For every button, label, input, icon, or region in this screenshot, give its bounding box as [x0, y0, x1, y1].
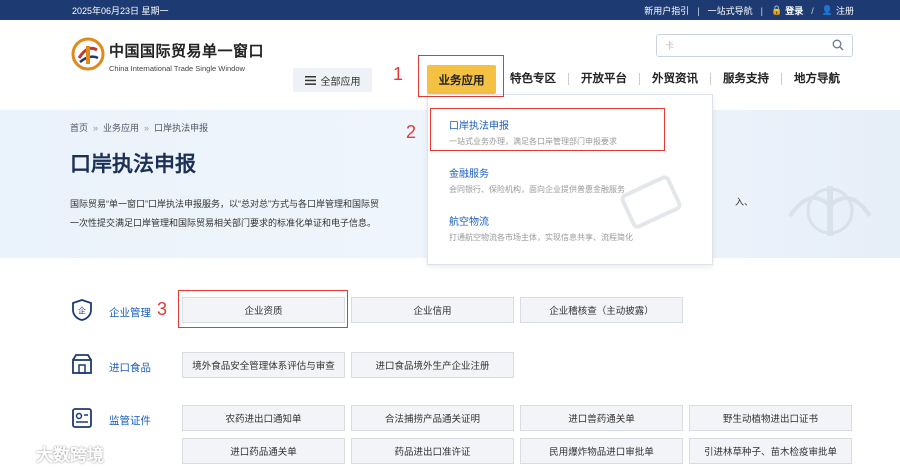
- logo-emblem-icon[interactable]: [70, 36, 106, 72]
- annotation-number: 2: [406, 122, 417, 142]
- all-apps-label: 全部应用: [320, 76, 361, 88]
- search-input[interactable]: 卡: [665, 39, 674, 52]
- breadcrumb-current: 口岸执法申报: [154, 123, 209, 133]
- divider: |: [760, 5, 764, 16]
- section-label-enterprise: 企业管理: [109, 307, 151, 319]
- dropdown-item-air-logistics[interactable]: 航空物流 打通航空物流各市场主体，实现信息共享、流程简化: [449, 213, 633, 243]
- drug-permit-button[interactable]: 药品进出口准许证: [351, 438, 514, 464]
- dropdown-item-desc: 会同银行、保险机构，面向企业提供普惠金融服务: [449, 185, 625, 194]
- drug-clearance-button[interactable]: 进口药品通关单: [182, 438, 345, 464]
- top-links: 新用户指引 | 一站式导航 | 🔒 登录 / 👤 注册: [644, 4, 854, 17]
- svg-text:企: 企: [78, 306, 86, 316]
- top-bar: 2025年06月23日 星期一 新用户指引 | 一站式导航 | 🔒 登录 / 👤…: [0, 0, 900, 20]
- section-label-regulatory: 监管证件: [109, 415, 151, 427]
- nav-open-platform[interactable]: 开放平台: [581, 70, 627, 86]
- imported-food-icon: [72, 354, 92, 374]
- wildlife-cert-button[interactable]: 野生动植物进出口证书: [689, 405, 852, 431]
- login-link[interactable]: 登录: [785, 4, 803, 17]
- page-title: 口岸执法申报: [70, 153, 196, 176]
- date-text: 2025年06月23日 星期一: [72, 6, 169, 16]
- nav-special-zone[interactable]: 特色专区: [510, 70, 556, 86]
- regulatory-certificate-icon: [72, 408, 92, 428]
- search-icon[interactable]: [832, 39, 844, 51]
- logo-cn: 中国国际贸易单一窗口: [109, 43, 265, 60]
- section-label-imported-food: 进口食品: [109, 362, 151, 374]
- logo-en: China International Trade Single Window: [109, 64, 245, 73]
- divider: [639, 73, 640, 85]
- menu-icon: [304, 75, 316, 85]
- new-user-guide-link[interactable]: 新用户指引: [644, 4, 689, 17]
- enterprise-credit-button[interactable]: 企业信用: [351, 297, 514, 323]
- explosives-approval-button[interactable]: 民用爆炸物品进口审批单: [520, 438, 683, 464]
- one-stop-nav-link[interactable]: 一站式导航: [708, 4, 753, 17]
- dropdown-item-title: 金融服务: [449, 169, 489, 180]
- annotation-box: [430, 108, 665, 151]
- enterprise-qualification-button[interactable]: 企业资质: [182, 297, 345, 323]
- search-box[interactable]: 卡: [656, 34, 853, 57]
- nav-trade-news[interactable]: 外贸资讯: [652, 70, 698, 86]
- watermark-text: 大数跨境: [36, 446, 104, 465]
- lock-icon: 🔒: [771, 5, 783, 15]
- divider: |: [697, 5, 700, 16]
- divider: [710, 73, 711, 85]
- seed-quarantine-button[interactable]: 引进林草种子、苗木检疫审批单: [689, 438, 852, 464]
- enterprise-shield-icon: 企: [72, 299, 92, 321]
- pesticide-notice-button[interactable]: 农药进出口通知单: [182, 405, 345, 431]
- vet-drug-clearance-button[interactable]: 进口兽药通关单: [520, 405, 683, 431]
- nav-service-support[interactable]: 服务支持: [723, 70, 769, 86]
- nav-local-navigation[interactable]: 地方导航: [794, 70, 840, 86]
- annotation-number: 1: [393, 64, 404, 84]
- watermark-logo-icon: [7, 446, 31, 461]
- legal-fishing-cert-button[interactable]: 合法捕捞产品通关证明: [351, 405, 514, 431]
- intro-tail: 入、: [735, 197, 754, 207]
- user-icon: 👤: [821, 5, 833, 15]
- breadcrumb-business[interactable]: 业务应用: [103, 123, 139, 133]
- register-link[interactable]: 注册: [836, 4, 854, 17]
- enterprise-audit-button[interactable]: 企业稽核查（主动披露）: [520, 297, 683, 323]
- dropdown-item-desc: 打通航空物流各市场主体，实现信息共享、流程简化: [449, 233, 633, 242]
- divider: /: [811, 5, 814, 16]
- all-apps-button[interactable]: 全部应用: [293, 68, 372, 92]
- breadcrumb-home[interactable]: 首页: [70, 123, 88, 133]
- breadcrumb: 首页» 业务应用» 口岸执法申报: [70, 123, 209, 133]
- watermark: 大数跨境: [6, 441, 104, 466]
- food-producer-registration-button[interactable]: 进口食品境外生产企业注册: [351, 352, 514, 378]
- customs-emblem-icon: [788, 186, 872, 236]
- annotation-number: 3: [157, 299, 168, 319]
- food-safety-assessment-button[interactable]: 境外食品安全管理体系评估与审查: [182, 352, 345, 378]
- decor-icon: [620, 175, 682, 229]
- logo-text[interactable]: 中国国际贸易单一窗口 China International Trade Sin…: [109, 40, 264, 73]
- divider: [568, 73, 569, 85]
- annotation-box: [418, 55, 504, 97]
- dropdown-item-title: 航空物流: [449, 217, 489, 228]
- divider: [781, 73, 782, 85]
- dropdown-item-financial[interactable]: 金融服务 会同银行、保险机构，面向企业提供普惠金融服务: [449, 165, 625, 195]
